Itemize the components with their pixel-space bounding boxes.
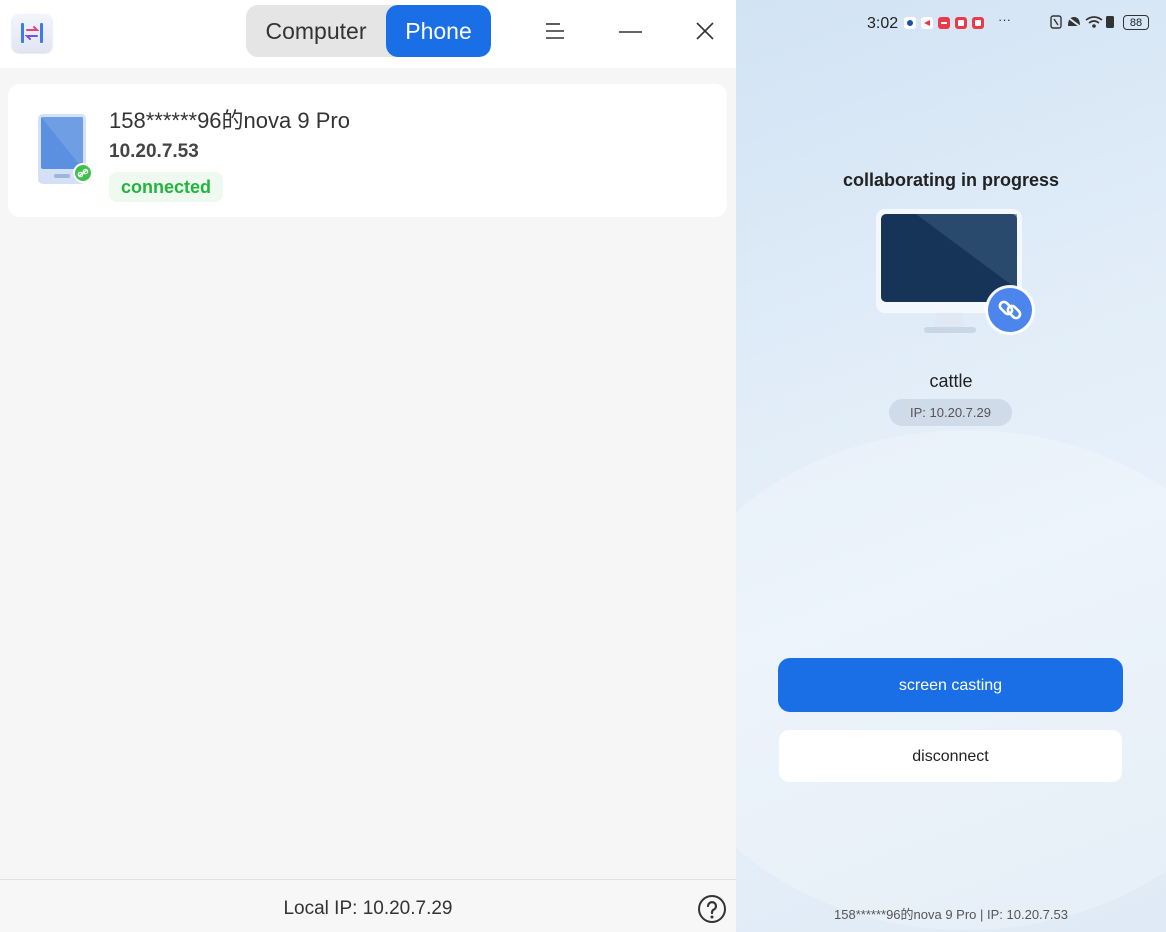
status-time: 3:02 bbox=[867, 15, 899, 32]
app-logo-icon bbox=[12, 14, 52, 52]
screen-casting-button[interactable]: screen casting bbox=[778, 658, 1123, 712]
more-notifications: ··· bbox=[998, 12, 1011, 27]
status-icons bbox=[1050, 14, 1122, 35]
device-ip: 10.20.7.53 bbox=[109, 141, 199, 162]
pc-name: cattle bbox=[929, 371, 973, 391]
computer-monitor-icon bbox=[876, 207, 1038, 337]
device-card[interactable]: 158******96的nova 9 Pro 10.20.7.53 connec… bbox=[8, 84, 727, 217]
phone-device-icon bbox=[38, 114, 102, 188]
local-ip-label: Local IP: 10.20.7.29 bbox=[283, 898, 453, 919]
tab-phone[interactable]: Phone bbox=[386, 5, 491, 57]
menu-icon[interactable] bbox=[540, 16, 570, 46]
phone-device-info: 158******96的nova 9 Pro | IP: 10.20.7.53 bbox=[834, 907, 1068, 922]
collaboration-title: collaborating in progress bbox=[842, 170, 1060, 190]
minimize-icon[interactable] bbox=[616, 16, 646, 46]
pc-ip-badge: IP: 10.20.7.29 bbox=[889, 399, 1012, 426]
help-icon[interactable] bbox=[697, 894, 727, 924]
close-icon[interactable] bbox=[690, 16, 720, 46]
disconnect-button[interactable]: disconnect bbox=[779, 730, 1122, 782]
title-bar: Computer Phone bbox=[0, 0, 736, 68]
battery-indicator: 88 bbox=[1123, 15, 1149, 30]
phone-screen: 3:02 ··· 88 collaborating in progress ca… bbox=[736, 0, 1166, 932]
footer-bar: Local IP: 10.20.7.29 bbox=[0, 879, 736, 932]
phone-status-bar: 3:02 ··· 88 bbox=[736, 0, 1166, 44]
desktop-app-window: Computer Phone 158******96的nova 9 Pro 10… bbox=[0, 0, 736, 932]
status-badge: connected bbox=[109, 172, 224, 202]
device-name: 158******96的nova 9 Pro bbox=[109, 108, 350, 133]
tab-computer[interactable]: Computer bbox=[246, 5, 386, 57]
device-type-toggle: Computer Phone bbox=[246, 5, 491, 57]
